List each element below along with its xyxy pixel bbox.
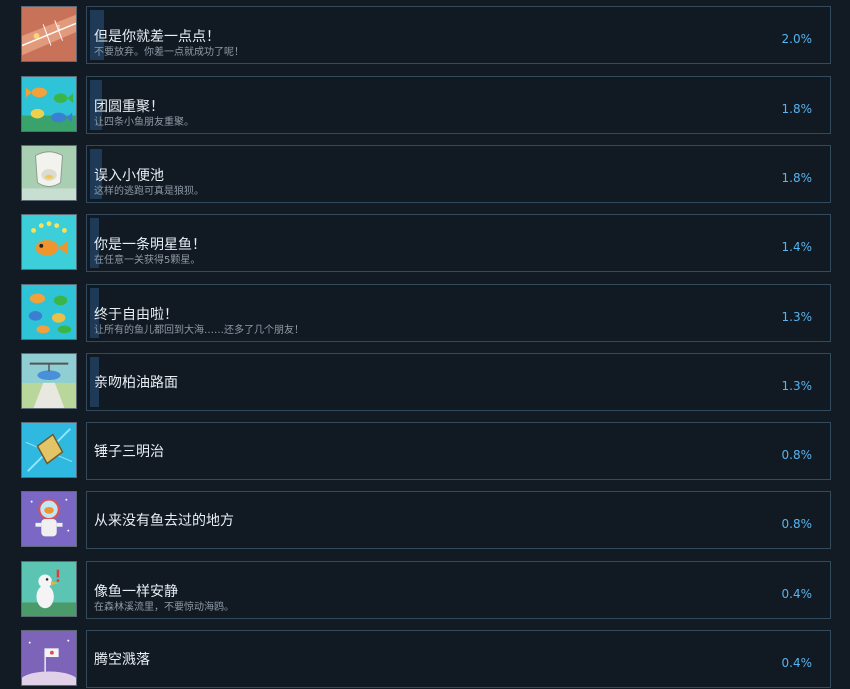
urinal-icon bbox=[21, 145, 77, 201]
achievement-row[interactable]: 终于自由啦！ 让所有的鱼儿都回到大海……还多了几个朋友！ 1.3% bbox=[0, 284, 850, 342]
achievement-card: 团圆重聚！ 让四条小鱼朋友重聚。 1.8% bbox=[86, 76, 831, 134]
achievement-card: 你是一条明星鱼！ 在任意一关获得5颗星。 1.4% bbox=[86, 214, 831, 272]
achievement-description: 在任意一关获得5颗星。 bbox=[94, 255, 201, 266]
achievement-title: 腾空溅落 bbox=[94, 652, 150, 668]
svg-text:1: 1 bbox=[57, 24, 61, 32]
achievement-card: 误入小便池 这样的逃跑可真是狼狈。 1.8% bbox=[86, 145, 831, 203]
achievement-card: 从来没有鱼去过的地方 0.8% bbox=[86, 491, 831, 549]
achievement-row[interactable]: 亲吻柏油路面 1.3% bbox=[0, 353, 850, 411]
road-kiss-icon bbox=[21, 353, 77, 409]
achievement-card: 亲吻柏油路面 1.3% bbox=[86, 353, 831, 411]
unlock-percent: 0.4% bbox=[781, 587, 813, 601]
achievement-row[interactable]: 你是一条明星鱼！ 在任意一关获得5颗星。 1.4% bbox=[0, 214, 850, 272]
achievement-row[interactable]: 从来没有鱼去过的地方 0.8% bbox=[0, 491, 850, 549]
astronaut-fish-icon bbox=[21, 491, 77, 547]
achievement-card: 终于自由啦！ 让所有的鱼儿都回到大海……还多了几个朋友！ 1.3% bbox=[86, 284, 831, 342]
unlock-percent: 0.8% bbox=[781, 517, 813, 531]
star-fish-icon bbox=[21, 214, 77, 270]
achievement-row[interactable]: 团圆重聚！ 让四条小鱼朋友重聚。 1.8% bbox=[0, 76, 850, 134]
unlock-percent: 1.3% bbox=[781, 310, 813, 324]
achievement-card: 腾空溅落 0.4% bbox=[86, 630, 831, 688]
achievement-row[interactable]: 腾空溅落 0.4% bbox=[0, 630, 850, 688]
unlock-percent: 1.8% bbox=[781, 171, 813, 185]
achievement-row[interactable]: 锤子三明治 0.8% bbox=[0, 422, 850, 480]
achievement-title: 从来没有鱼去过的地方 bbox=[94, 513, 234, 529]
achievement-description: 这样的逃跑可真是狼狈。 bbox=[94, 186, 204, 197]
planet-fish-icon bbox=[21, 630, 77, 686]
achievement-title: 亲吻柏油路面 bbox=[94, 375, 178, 391]
achievement-description: 让四条小鱼朋友重聚。 bbox=[94, 117, 194, 128]
achievement-row[interactable]: 1 但是你就差一点点！ 不要放弃。你差一点就成功了呢！ 2.0% bbox=[0, 6, 850, 64]
achievement-title: 锤子三明治 bbox=[94, 444, 164, 460]
unlock-percent: 1.8% bbox=[781, 102, 813, 116]
unlock-percent: 0.8% bbox=[781, 448, 813, 462]
unlock-percent: 1.3% bbox=[781, 379, 813, 393]
seagull-icon bbox=[21, 561, 77, 617]
achievement-description: 不要放弃。你差一点就成功了呢！ bbox=[94, 47, 244, 58]
achievement-description: 在森林溪流里，不要惊动海鸥。 bbox=[94, 602, 234, 613]
achievement-row[interactable]: 误入小便池 这样的逃跑可真是狼狈。 1.8% bbox=[0, 145, 850, 203]
fish-friends-icon bbox=[21, 76, 77, 132]
achievement-list: 1 但是你就差一点点！ 不要放弃。你差一点就成功了呢！ 2.0% 团圆重聚！ 让… bbox=[0, 0, 850, 689]
achievement-description: 让所有的鱼儿都回到大海……还多了几个朋友！ bbox=[94, 325, 304, 336]
achievement-card: 但是你就差一点点！ 不要放弃。你差一点就成功了呢！ 2.0% bbox=[86, 6, 831, 64]
unlock-percent: 0.4% bbox=[781, 656, 813, 670]
sandwich-icon bbox=[21, 422, 77, 478]
unlock-percent: 2.0% bbox=[781, 32, 813, 46]
achievement-row[interactable]: 像鱼一样安静 在森林溪流里，不要惊动海鸥。 0.4% bbox=[0, 561, 850, 619]
shuffleboard-icon: 1 bbox=[21, 6, 77, 62]
unlock-percent: 1.4% bbox=[781, 240, 813, 254]
achievement-card: 锤子三明治 0.8% bbox=[86, 422, 831, 480]
free-fish-icon bbox=[21, 284, 77, 340]
achievement-card: 像鱼一样安静 在森林溪流里，不要惊动海鸥。 0.4% bbox=[86, 561, 831, 619]
